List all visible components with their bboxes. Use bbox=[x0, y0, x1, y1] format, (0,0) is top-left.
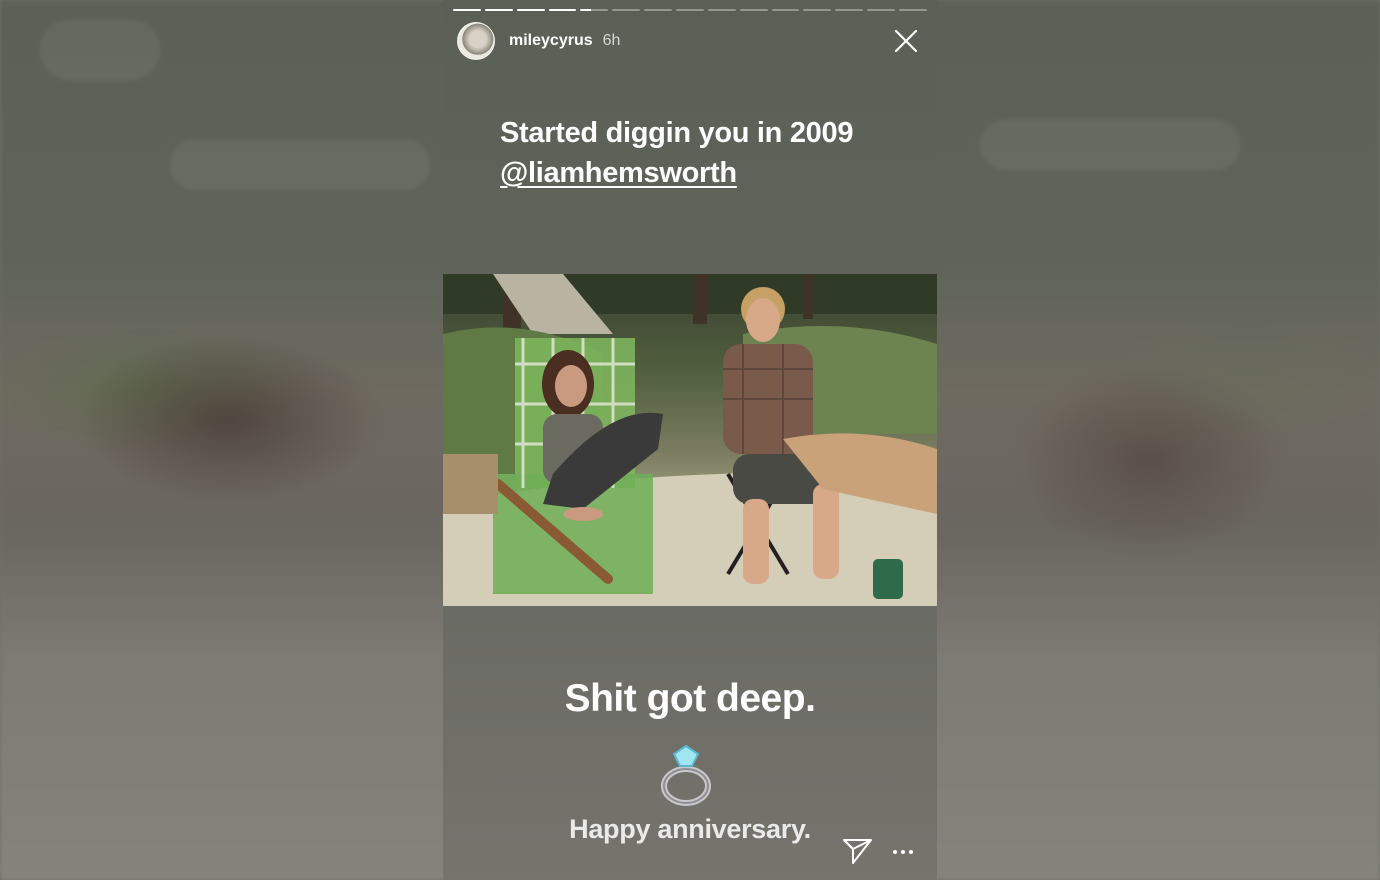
close-icon bbox=[894, 29, 918, 53]
headline-text: Started diggin you in 2009 bbox=[500, 117, 854, 149]
progress-segment bbox=[644, 9, 673, 11]
story-viewer[interactable]: mileycyrus 6h Started diggin you in 2009… bbox=[443, 0, 937, 880]
avatar[interactable] bbox=[457, 22, 495, 60]
mention-link[interactable]: @liamhemsworth bbox=[500, 157, 737, 189]
ring-emoji bbox=[656, 744, 716, 808]
send-button[interactable] bbox=[841, 836, 875, 866]
username[interactable]: mileycyrus bbox=[509, 32, 593, 50]
progress-segment bbox=[453, 9, 481, 11]
progress-segment bbox=[612, 9, 641, 11]
progress-segment bbox=[771, 9, 800, 11]
send-icon bbox=[843, 839, 872, 864]
story-timestamp: 6h bbox=[602, 32, 621, 49]
story-headline: Started diggin you in 2009 @liamhemswort… bbox=[500, 113, 920, 193]
story-caption: Shit got deep. bbox=[564, 677, 816, 720]
progress-segment bbox=[899, 9, 927, 11]
progress-segment bbox=[548, 9, 577, 11]
progress-segment bbox=[803, 9, 832, 11]
progress-segment bbox=[580, 9, 609, 11]
progress-segment bbox=[707, 9, 736, 11]
progress-segment bbox=[484, 9, 513, 11]
more-icon bbox=[893, 850, 913, 854]
ring-icon bbox=[661, 744, 711, 806]
progress-segment bbox=[739, 9, 768, 11]
story-progress-bar bbox=[453, 9, 927, 12]
story-header: mileycyrus 6h bbox=[457, 22, 923, 60]
progress-segment bbox=[516, 9, 545, 11]
progress-segment bbox=[867, 9, 896, 11]
progress-segment bbox=[835, 9, 864, 11]
progress-segment bbox=[676, 9, 704, 11]
story-photo bbox=[443, 274, 937, 606]
close-button[interactable] bbox=[891, 26, 921, 56]
more-button[interactable] bbox=[891, 842, 915, 862]
